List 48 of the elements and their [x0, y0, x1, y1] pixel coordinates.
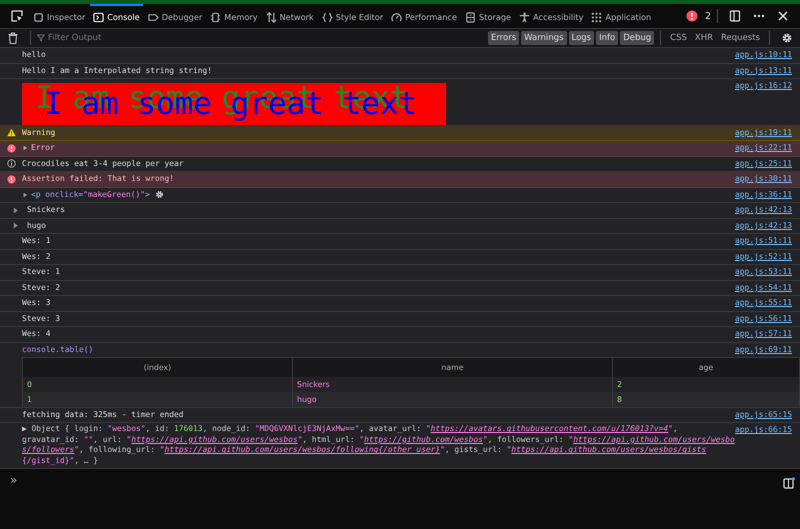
tool-tab[interactable]: Network — [262, 4, 317, 28]
tool-tab[interactable]: Storage — [462, 4, 514, 28]
tool-tab[interactable]: Performance — [388, 4, 460, 28]
error-icon — [686, 10, 698, 22]
square-icon — [33, 12, 44, 22]
funnel-icon — [37, 34, 45, 42]
filter-field[interactable]: Filter Output — [37, 33, 168, 43]
level-filter-button[interactable]: Warnings — [521, 31, 566, 45]
dock-icon[interactable] — [729, 10, 741, 22]
expand-arrow-icon[interactable] — [22, 145, 28, 152]
level-filter-button[interactable]: Logs — [568, 31, 594, 45]
expand-arrow-icon[interactable] — [22, 192, 28, 198]
settings-icon[interactable] — [781, 32, 793, 44]
type-filter-button[interactable]: CSS — [667, 31, 690, 45]
person-icon — [519, 12, 530, 22]
expand-arrow-icon[interactable] — [12, 206, 18, 214]
tool-tab[interactable]: Inspector — [30, 4, 88, 28]
info-icon — [6, 159, 16, 168]
tool-tab[interactable]: Accessibility — [516, 4, 586, 28]
tag-icon — [148, 12, 159, 22]
error-count[interactable]: 2 — [704, 10, 711, 22]
warning-icon — [6, 128, 16, 138]
tool-tab[interactable]: Debugger — [144, 4, 206, 28]
type-filter-button[interactable]: XHR — [692, 31, 716, 45]
gear-icon[interactable] — [154, 190, 164, 200]
error-icon — [6, 144, 16, 153]
styled-text-banner: I am some great text — [22, 83, 446, 125]
split-console-icon[interactable] — [783, 477, 795, 489]
chip-icon — [210, 12, 222, 22]
console-icon — [93, 12, 104, 22]
element-picker-icon[interactable] — [11, 10, 23, 22]
close-icon[interactable] — [777, 10, 789, 22]
expand-arrow-icon[interactable] — [12, 222, 18, 230]
gauge-icon — [391, 12, 402, 22]
prompt-chevron: » — [10, 473, 18, 487]
level-filter-button[interactable]: Info — [596, 31, 618, 45]
trash-icon[interactable] — [7, 32, 19, 44]
type-filter-button[interactable]: Requests — [718, 31, 763, 45]
braces-icon — [322, 12, 333, 22]
tool-tab[interactable]: Application — [588, 4, 654, 28]
arrows-icon — [266, 12, 277, 22]
storage-icon — [465, 12, 476, 22]
level-filter-button[interactable]: Errors — [488, 31, 520, 45]
tool-tab[interactable]: Memory — [207, 4, 261, 28]
level-filter-button[interactable]: Debug — [620, 31, 654, 45]
error-icon — [6, 174, 16, 184]
grid-icon — [591, 12, 602, 22]
tool-tab[interactable]: Style Editor — [318, 4, 386, 28]
